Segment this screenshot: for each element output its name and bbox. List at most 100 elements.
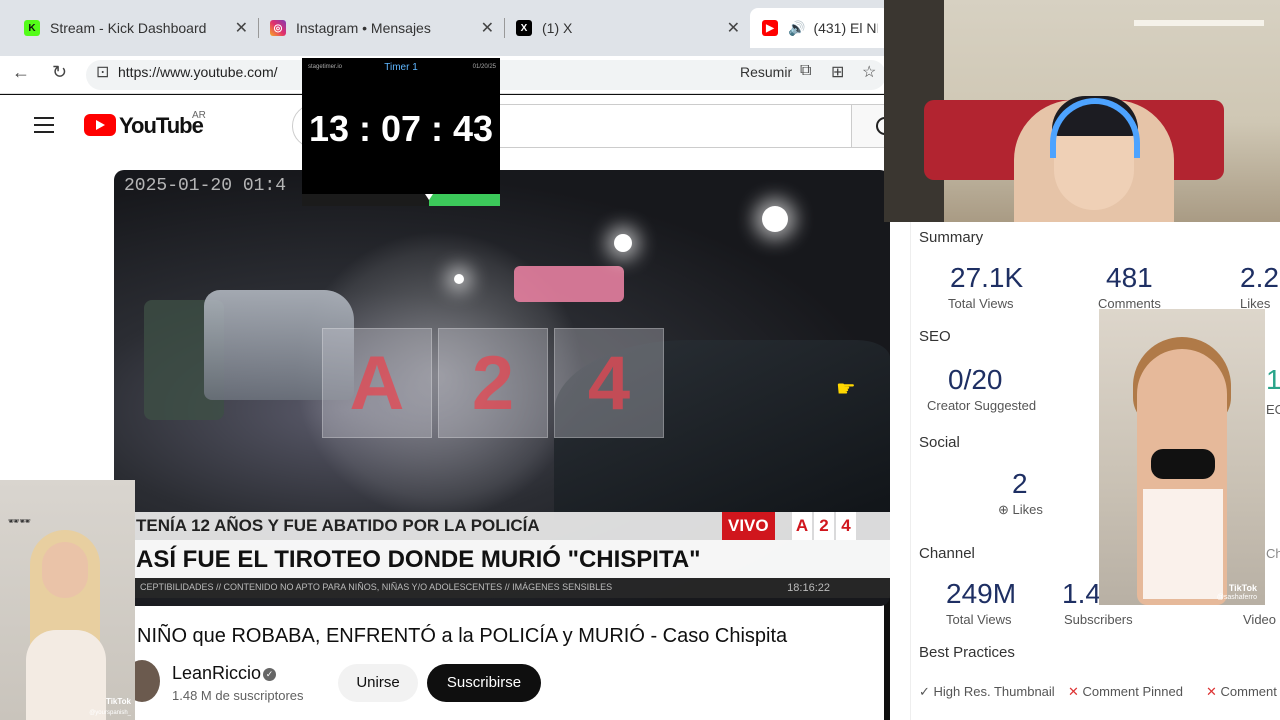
channel-subs-label: Subscribers (1064, 612, 1133, 627)
timer-label: Timer 1 (384, 62, 418, 73)
speaker-icon[interactable]: 🔊 (788, 20, 805, 37)
clothing-top (1151, 449, 1215, 479)
tab-label: (431) El NIÑ (813, 20, 878, 36)
summary-views-value: 27.1K (950, 262, 1024, 293)
summary-title: Summary (919, 229, 984, 246)
menu-icon[interactable] (34, 117, 54, 133)
live-badge: VIVO (722, 512, 775, 540)
subscriber-count: 1.48 M de suscriptores (172, 688, 304, 703)
channel-views-value: 249M (946, 578, 1017, 609)
ticker-clock: 18:16:22 (787, 582, 830, 594)
social-label: Likes (1012, 502, 1043, 517)
youtube-logo-icon[interactable] (84, 114, 116, 136)
youtube-logo-text[interactable]: YouTube (119, 113, 204, 139)
check-icon: ✓ (919, 684, 930, 699)
video-player[interactable]: 2025-01-20 01:4 A 2 4 TENÍA 12 AÑOS Y FU… (114, 170, 890, 606)
best-practice-label: High Res. Thumbnail (933, 684, 1055, 699)
channel-tag-letter: 4 (836, 512, 856, 540)
watermark-letter: 4 (554, 328, 664, 438)
channel-tag: A 2 4 (790, 512, 856, 540)
channel-videos-label: Video (1243, 612, 1277, 627)
webcam-feed (884, 0, 1280, 222)
close-icon[interactable]: ✕ (235, 18, 248, 38)
channel-name[interactable]: LeanRiccio (172, 663, 261, 684)
tab-label: Instagram • Mensajes (296, 20, 431, 36)
subscribe-button[interactable]: Suscribirse (427, 664, 541, 702)
tab-label: Stream - Kick Dashboard (50, 20, 207, 36)
best-practice-label: Comment (1220, 684, 1277, 699)
tab-youtube[interactable]: ▶ 🔊 (431) El NIÑ (750, 8, 890, 48)
street-light (614, 234, 632, 252)
tiktok-handle: @sashaferro (1216, 594, 1257, 601)
watermark-letter: A (322, 328, 432, 438)
person-face (42, 542, 88, 598)
channel-tag-letter: A (792, 512, 812, 540)
region-code: AR (192, 110, 206, 121)
headline-text: ASÍ FUE EL TIROTEO DONDE MURIÓ "CHISPITA… (136, 546, 701, 573)
apps-icon[interactable]: ⊞ (831, 62, 844, 82)
tiktok-logo: TikTok (105, 697, 131, 706)
instagram-icon: ◎ (270, 20, 286, 36)
seo-partial-value: 15 (1266, 364, 1280, 395)
seo-label: Creator Suggested (927, 398, 1037, 413)
channel-subs-value: 1.4 (1062, 578, 1101, 609)
tiktok-overlay-right: TikTok @sashaferro (1099, 309, 1265, 605)
reload-icon[interactable]: ↻ (52, 62, 67, 83)
tiktok-logo: TikTok (1228, 583, 1257, 593)
tiktok-overlay-left: 🕶🕶 TikTok @yourspanish_ (0, 480, 135, 720)
verified-icon: ✓ (263, 668, 276, 681)
kick-icon: K (24, 20, 40, 36)
browser-tab-bar: K Stream - Kick Dashboard ✕ ◎ Instagram … (0, 0, 890, 56)
best-practice-item: ✓ High Res. Thumbnail (919, 684, 1055, 700)
tab-x[interactable]: X (1) X ✕ (504, 8, 750, 48)
pickup-truck (514, 266, 624, 302)
best-practices-title: Best Practices (919, 644, 1015, 661)
copilot-icon[interactable]: ⧉ (800, 62, 811, 80)
seo-title: SEO (919, 328, 951, 345)
hand-cursor-icon: ☛ (836, 376, 856, 401)
tab-label: (1) X (542, 20, 573, 36)
panel-divider (910, 222, 911, 720)
close-icon[interactable]: ✕ (481, 18, 494, 38)
seo-value: 0/20 (948, 364, 1003, 395)
like-icon: ⊕ (998, 502, 1009, 517)
summary-comments-value: 481 (1106, 262, 1153, 293)
best-practice-label: Comment Pinned (1082, 684, 1183, 699)
social-label-row: ⊕ Likes (998, 502, 1043, 518)
cross-icon: ✕ (1068, 684, 1079, 699)
tab-kick-dashboard[interactable]: K Stream - Kick Dashboard ✕ (12, 8, 258, 48)
timer-marker (425, 194, 433, 200)
channel-partial-label: Ch (1266, 546, 1280, 561)
channel-views-label: Total Views (946, 612, 1012, 627)
social-value: 2 (1012, 468, 1028, 499)
summary-views-label: Total Views (948, 296, 1014, 311)
channel-title: Channel (919, 545, 975, 562)
clothing-skirt (1143, 489, 1223, 599)
x-icon: X (516, 20, 532, 36)
close-icon[interactable]: ✕ (727, 18, 740, 38)
star-icon[interactable]: ☆ (862, 62, 876, 82)
tab-instagram[interactable]: ◎ Instagram • Mensajes ✕ (258, 8, 504, 48)
back-icon[interactable]: ← (12, 62, 30, 83)
best-practice-item: ✕ Comment (1206, 684, 1277, 700)
lower-third-text: TENÍA 12 AÑOS Y FUE ABATIDO POR LA POLIC… (136, 516, 540, 535)
social-title: Social (919, 434, 960, 451)
channel-tag-letter: 2 (814, 512, 834, 540)
resumir-button[interactable]: Resumir (740, 64, 792, 80)
join-button[interactable]: Unirse (338, 664, 418, 702)
watermark-letter: 2 (438, 328, 548, 438)
tiktok-handle: @yourspanish_ (89, 710, 131, 716)
site-info-icon[interactable]: ⊡ (96, 62, 109, 82)
street-light (762, 206, 788, 232)
lower-third-headline: ASÍ FUE EL TIROTEO DONDE MURIÓ "CHISPITA… (114, 540, 890, 578)
summary-likes-value: 2.2 (1240, 262, 1279, 293)
url-text[interactable]: https://www.youtube.com/ (118, 64, 278, 80)
sunglasses-emoji: 🕶🕶 (8, 516, 31, 526)
youtube-icon: ▶ (762, 20, 778, 36)
timer-progress-fill (429, 194, 500, 206)
seo-partial-label: EC (1266, 402, 1280, 417)
news-ticker: CEPTIBILIDADES // CONTENIDO NO APTO PARA… (114, 578, 890, 598)
stage-timer: stagetimer.io Timer 1 01/20/25 13 : 07 :… (302, 58, 500, 206)
video-title: NIÑO que ROBABA, ENFRENTÓ a la POLICÍA y… (137, 625, 788, 647)
cross-icon: ✕ (1206, 684, 1217, 699)
